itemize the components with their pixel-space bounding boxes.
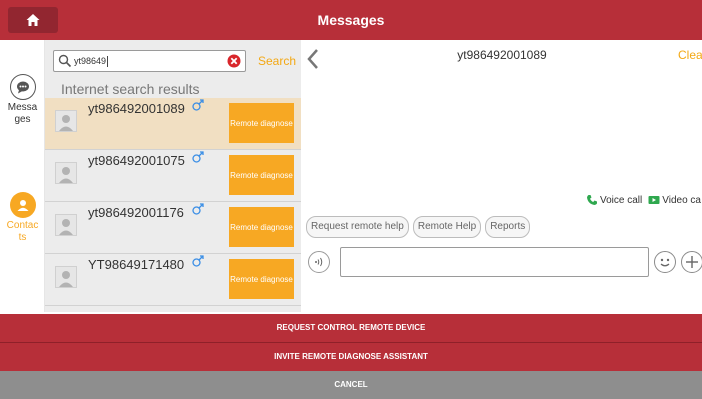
request-control-button[interactable]: REQUEST CONTROL REMOTE DEVICE [0,314,702,342]
smiley-icon [660,258,670,267]
emoji-button[interactable] [654,251,676,273]
avatar [55,214,77,236]
contact-person-icon [9,192,36,218]
voice-call-button[interactable]: Voice call [600,195,642,206]
male-icon [192,255,204,267]
results-heading: Internet search results [61,81,200,97]
result-row[interactable]: yt986492001089 Remote diagnose [45,98,301,150]
search-input[interactable]: yt98649 [53,50,246,72]
chip-remote-help[interactable]: Remote Help [412,216,482,238]
video-call-button[interactable]: Video ca [662,195,701,206]
rail-label-contacts: Contacts [6,220,39,243]
rail-item-messages[interactable]: Messages [0,74,45,126]
chat-peer-name: yt986492001089 [457,48,547,62]
phone-icon [586,194,598,206]
avatar [55,162,77,184]
male-icon [192,151,204,163]
voice-input-button[interactable] [308,251,330,273]
result-row[interactable]: YT98649171480 Remote diagnose [45,254,301,306]
search-value: yt98649 [74,56,109,68]
remote-diagnose-button[interactable]: Remote diagnose [229,207,294,247]
side-rail: Messages Contacts [0,40,45,312]
result-name: YT98649171480 [88,257,185,272]
add-attachment-button[interactable] [681,251,702,273]
clear-chat-button[interactable]: Clea [678,48,702,62]
search-icon [58,54,72,68]
male-icon [192,99,204,111]
result-name: yt986492001089 [88,101,185,116]
search-button[interactable]: Search [257,50,297,72]
sound-waves-icon [315,257,323,267]
remote-diagnose-button[interactable]: Remote diagnose [229,103,294,143]
male-icon [192,203,204,215]
video-camera-icon [648,194,660,206]
remote-diagnose-button[interactable]: Remote diagnose [229,259,294,299]
remote-diagnose-button[interactable]: Remote diagnose [229,155,294,195]
chat-bubble-icon [9,74,36,100]
rail-item-contacts[interactable]: Contacts [0,192,45,244]
result-row[interactable]: yt986492001176 Remote diagnose [45,202,301,254]
chip-reports[interactable]: Reports [485,216,531,238]
result-name: yt986492001075 [88,153,185,168]
invite-assistant-button[interactable]: INVITE REMOTE DIAGNOSE ASSISTANT [0,343,702,371]
plus-icon [686,256,698,268]
cancel-button[interactable]: CANCEL [0,371,702,399]
title-bar: Messages [0,0,702,40]
chat-panel: yt986492001089 Clea Voice call Video ca … [302,40,702,312]
quick-reply-chips: Request remote help Remote Help Reports [306,216,531,238]
avatar [55,110,77,132]
call-options: Voice call Video ca [586,194,701,206]
page-title: Messages [317,12,385,28]
clear-search-icon[interactable] [227,54,241,68]
chip-request-remote-help[interactable]: Request remote help [306,216,409,238]
avatar [55,266,77,288]
result-name: yt986492001176 [88,205,184,220]
contacts-search-panel: yt98649 Search Internet search results y… [45,40,301,312]
result-row[interactable]: yt986492001075 Remote diagnose [45,150,301,202]
rail-label-messages: Messages [7,102,38,125]
message-input[interactable] [340,247,649,277]
